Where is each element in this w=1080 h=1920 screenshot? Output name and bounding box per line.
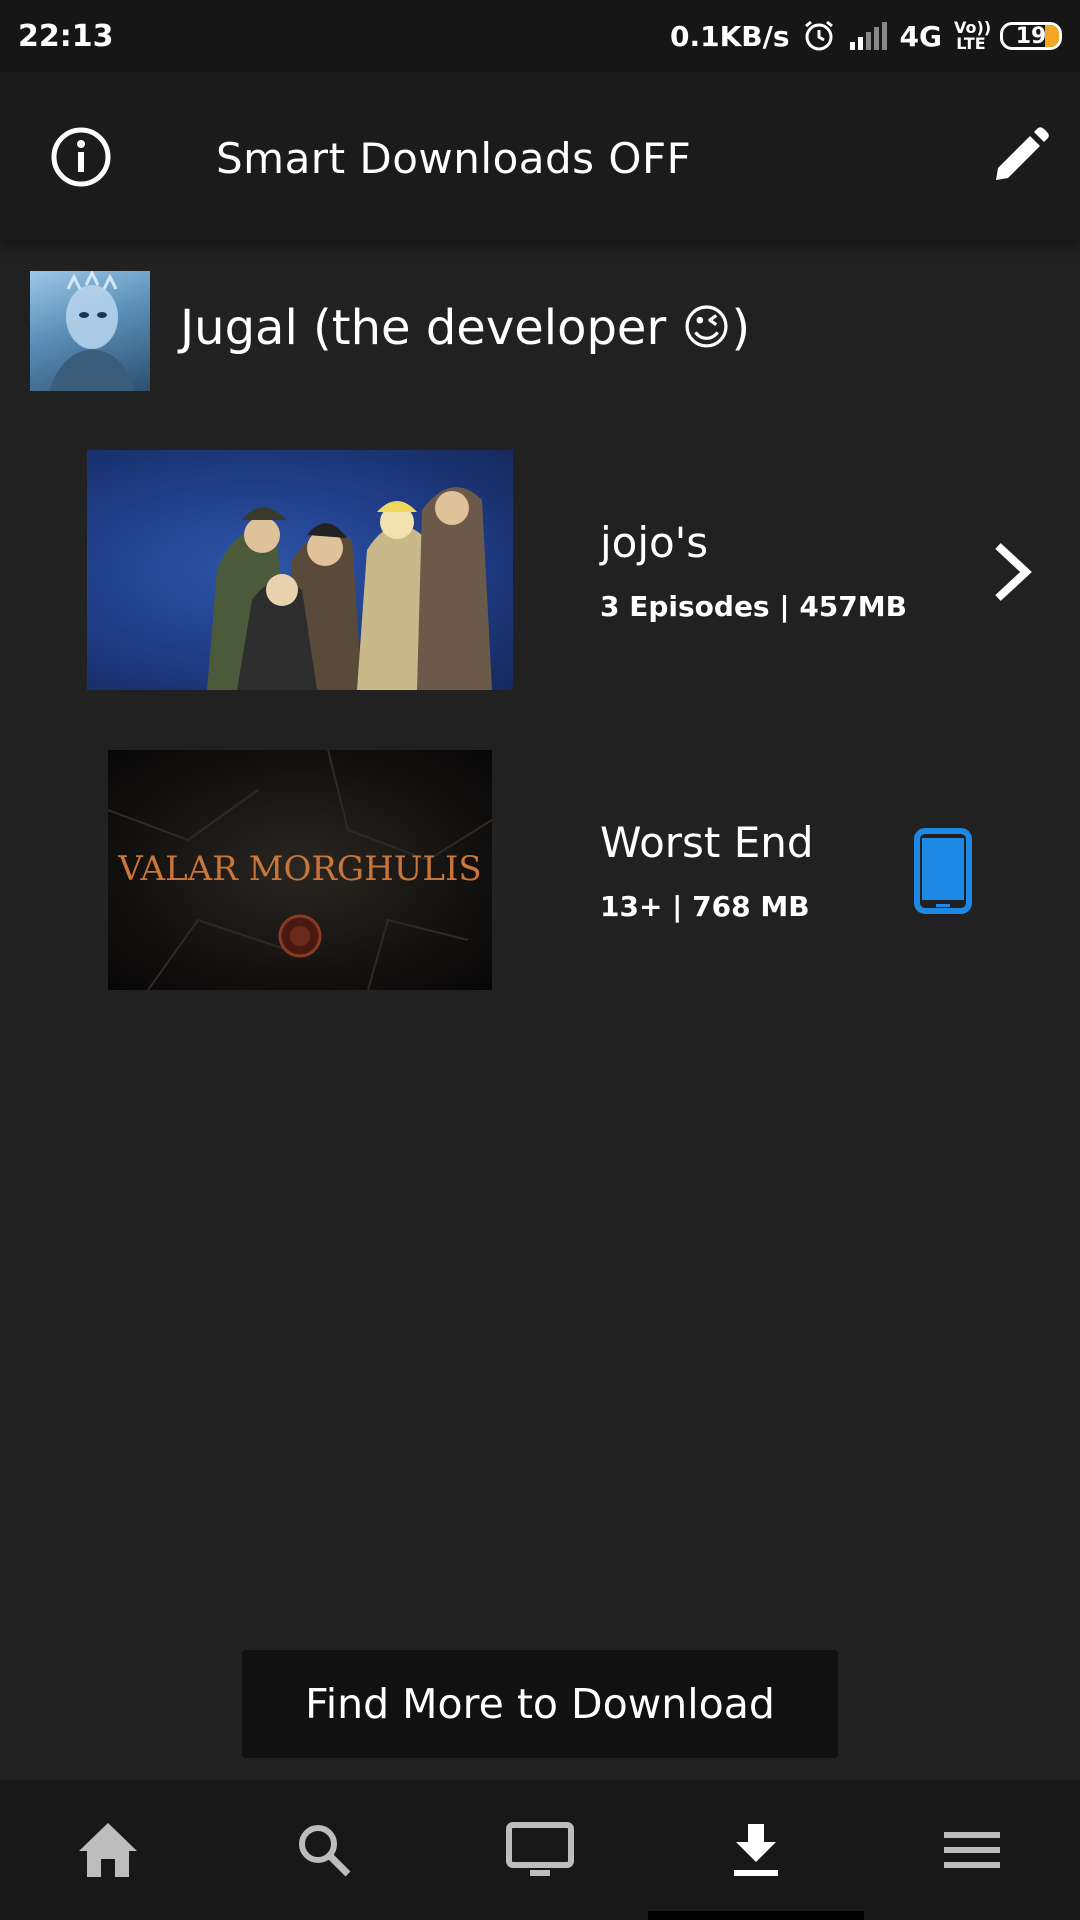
- battery-fill: [1045, 25, 1059, 47]
- home-icon[interactable]: [48, 1790, 168, 1910]
- status-time: 22:13: [18, 18, 114, 54]
- alarm-icon: [802, 19, 836, 53]
- download-item-jojos[interactable]: jojo's 3 Episodes | 457MB: [0, 450, 1080, 690]
- volte-badge: Vo)) LTE: [954, 18, 992, 53]
- battery-icon: 19: [1000, 22, 1062, 50]
- pencil-icon[interactable]: [988, 124, 1052, 188]
- info-icon[interactable]: [50, 126, 112, 188]
- signal-icon: [848, 22, 888, 50]
- downloads-screen: 22:13 0.1KB/s 4G Vo)) LTE 19 Smart Downl…: [0, 0, 1080, 1920]
- battery-level: 19: [1015, 23, 1047, 49]
- network-type: 4G: [899, 19, 942, 53]
- active-tab-indicator: [648, 1911, 864, 1920]
- download-item-worst-end[interactable]: VALAR MORGHULIS Worst End 13+ | 768 MB: [0, 750, 1080, 990]
- top-bar: Smart Downloads OFF: [0, 72, 1080, 240]
- item-title[interactable]: Worst End: [600, 818, 814, 867]
- profile-name: Jugal (the developer 😉): [180, 300, 751, 356]
- net-speed: 0.1KB/s: [669, 19, 790, 53]
- item-meta: 13+ | 768 MB: [600, 890, 810, 923]
- status-bar: 22:13 0.1KB/s 4G Vo)) LTE 19: [0, 0, 1080, 72]
- item-meta: 3 Episodes | 457MB: [600, 590, 907, 623]
- search-icon[interactable]: [264, 1790, 384, 1910]
- avatar: [30, 271, 150, 391]
- thumbnail-jojos[interactable]: [87, 450, 513, 690]
- valar-morghulis-text: VALAR MORGHULIS: [117, 849, 481, 889]
- status-indicators: 0.1KB/s 4G Vo)) LTE 19: [670, 19, 1062, 53]
- bottom-nav: [0, 1780, 1080, 1920]
- tv-icon[interactable]: [480, 1790, 600, 1910]
- smartphone-icon[interactable]: [914, 828, 972, 914]
- download-icon[interactable]: [696, 1790, 816, 1910]
- item-title[interactable]: jojo's: [600, 518, 708, 567]
- thumbnail-worst-end[interactable]: VALAR MORGHULIS: [108, 750, 492, 990]
- smart-downloads-title[interactable]: Smart Downloads OFF: [216, 134, 691, 183]
- menu-icon[interactable]: [912, 1790, 1032, 1910]
- chevron-right-icon[interactable]: [988, 540, 1040, 604]
- find-more-button[interactable]: Find More to Download: [242, 1650, 838, 1758]
